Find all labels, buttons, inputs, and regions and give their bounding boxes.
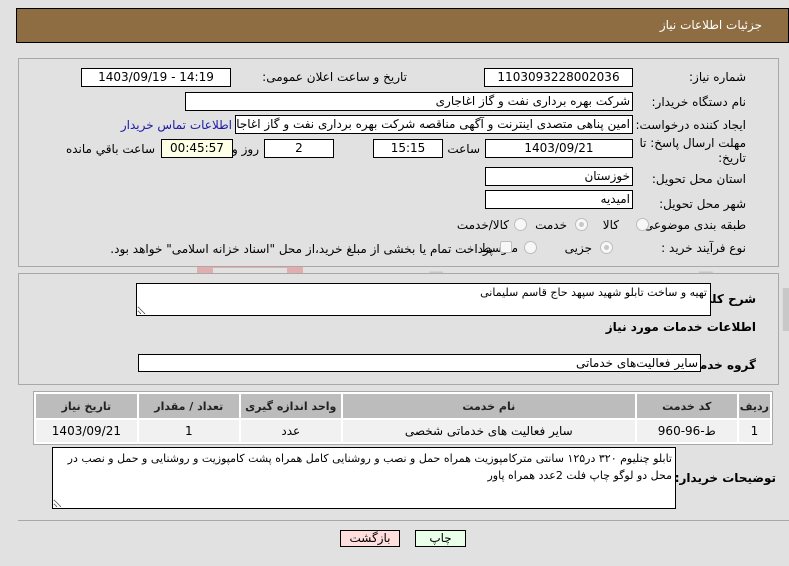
purchase-radio-minor[interactable] [600,241,613,254]
back-button[interactable]: بازگشت [340,530,400,547]
col-service-name: نام خدمت [342,394,635,418]
services-table: ردیف کد خدمت نام خدمت واحد اندازه گیری ت… [33,391,773,445]
services-table-wrapper: ردیف کد خدمت نام خدمت واحد اندازه گیری ت… [33,391,773,445]
buyer-org-field: شرکت بهره برداری نفت و گاز اغاجاری [185,92,633,111]
treasury-checkbox[interactable] [500,241,512,253]
cell-need-date: 1403/09/21 [36,420,137,442]
category-radio-service[interactable] [575,218,588,231]
announce-datetime-label: تاریخ و ساعت اعلان عمومی: [262,70,407,84]
city-field: امیدیه [485,190,633,209]
category-label: طبقه بندی موضوعی: [639,218,746,232]
buyer-contact-link[interactable]: اطلاعات تماس خریدار [121,118,232,132]
cell-service-name: سایر فعالیت های خدماتی شخصی [342,420,635,442]
purchase-type-label: نوع فرآیند خرید : [661,241,746,255]
days-label: روز و [232,142,259,156]
cell-unit: عدد [240,420,341,442]
need-number-field: 1103093228002036 [484,68,633,87]
category-option-service: خدمت [535,218,567,232]
service-group-field: سایر فعالیت‌های خدماتی [138,354,701,372]
deadline-label: مهلت ارسال پاسخ: تا تاریخ: [631,136,746,166]
purchase-option-minor: جزیی [564,241,592,255]
buyer-notes-textarea[interactable] [52,447,676,509]
col-need-date: تاریخ نیاز [36,394,137,418]
cell-service-code: ط-96-960 [636,420,737,442]
purchase-radio-medium[interactable] [524,241,537,254]
cell-quantity: 1 [138,420,239,442]
deadline-label-text: مهلت ارسال پاسخ: تا تاریخ: [639,136,746,165]
footer-divider [18,520,789,521]
col-unit: واحد اندازه گیری [240,394,341,418]
page-header: جزئیات اطلاعات نیاز [16,8,789,43]
city-label: شهر محل تحویل: [659,197,746,211]
col-service-code: کد خدمت [636,394,737,418]
buyer-org-label: نام دستگاه خریدار: [651,95,747,109]
deadline-time-label: ساعت [447,142,480,156]
col-row-number: ردیف [738,394,770,418]
col-quantity: تعداد / مقدار [138,394,239,418]
remaining-time-field: 00:45:57 [161,139,233,158]
days-field: 2 [264,139,334,158]
print-button[interactable]: چاپ [415,530,466,547]
remaining-label: ساعت باقي مانده [65,142,155,156]
requester-field: امین پناهی متصدی اینترنت و آگهی مناقصه ش… [235,115,633,134]
category-radio-goods[interactable] [636,218,649,231]
category-option-goods-service: کالا/خدمت [456,218,509,232]
province-field: خوزستان [485,167,633,186]
treasury-checkbox-label: پرداخت تمام یا بخشی از مبلغ خرید،از محل … [110,242,493,256]
need-number-label: شماره نیاز: [689,70,746,84]
deadline-date-field: 1403/09/21 [485,139,633,158]
table-row: 1 ط-96-960 سایر فعالیت های خدماتی شخصی ع… [36,420,770,442]
table-header-row: ردیف کد خدمت نام خدمت واحد اندازه گیری ت… [36,394,770,418]
category-option-goods: کالا [602,218,619,232]
description-textarea[interactable] [136,283,711,316]
services-section-title: اطلاعات خدمات مورد نیاز [605,320,756,334]
category-radio-goods-service[interactable] [514,218,527,231]
buyer-notes-label: توضیحات خریدار: [674,471,776,485]
announce-datetime-field: 1403/09/19 - 14:19 [81,68,231,87]
cell-row-number: 1 [738,420,770,442]
deadline-time-field: 15:15 [373,139,443,158]
province-label: استان محل تحویل: [651,172,746,186]
requester-label: ایجاد کننده درخواست: [635,118,746,132]
page-title: جزئیات اطلاعات نیاز [659,18,762,32]
